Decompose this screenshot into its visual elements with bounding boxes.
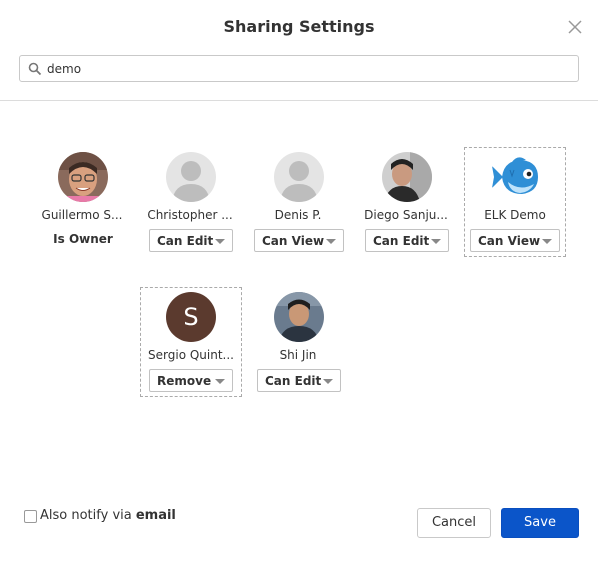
user-name: Guillermo S... bbox=[41, 208, 123, 222]
user-card: ELK Demo Can View bbox=[464, 147, 566, 257]
search-icon bbox=[28, 62, 42, 76]
user-name: ELK Demo bbox=[484, 208, 546, 222]
user-name: Christopher ... bbox=[147, 208, 233, 222]
dialog-title: Sharing Settings bbox=[223, 17, 375, 36]
notify-prefix: Also notify via bbox=[40, 508, 136, 523]
permission-dropdown[interactable]: Can Edit bbox=[257, 369, 341, 392]
notify-email-word: email bbox=[135, 508, 176, 523]
cancel-button[interactable]: Cancel bbox=[417, 508, 491, 538]
user-card: Diego Sanju... Can Edit bbox=[357, 148, 457, 256]
fish-logo-icon bbox=[490, 152, 540, 202]
permission-label: Can View bbox=[262, 234, 325, 248]
avatar: S bbox=[166, 292, 216, 342]
user-card: Guillermo S... Is Owner bbox=[33, 148, 133, 256]
permission-dropdown[interactable]: Can View bbox=[254, 229, 344, 252]
user-card: S Sergio Quint... Remove bbox=[140, 287, 242, 397]
chevron-down-icon bbox=[215, 239, 225, 244]
save-button[interactable]: Save bbox=[501, 508, 579, 538]
avatar bbox=[382, 152, 432, 202]
permission-dropdown[interactable]: Can Edit bbox=[365, 229, 449, 252]
permission-label: Can View bbox=[478, 234, 541, 248]
permission-label: Can Edit bbox=[265, 374, 322, 388]
user-name: Diego Sanju... bbox=[364, 208, 448, 222]
chevron-down-icon bbox=[215, 379, 225, 384]
search-input[interactable] bbox=[47, 60, 567, 78]
avatar bbox=[166, 152, 216, 202]
avatar bbox=[274, 152, 324, 202]
user-card: Denis P. Can View bbox=[249, 148, 349, 256]
avatar bbox=[274, 292, 324, 342]
owner-label: Is Owner bbox=[53, 232, 113, 246]
user-name: Denis P. bbox=[274, 208, 322, 222]
permission-dropdown[interactable]: Can View bbox=[470, 229, 560, 252]
chevron-down-icon bbox=[323, 379, 333, 384]
search-box[interactable] bbox=[19, 55, 579, 82]
permission-dropdown[interactable]: Remove bbox=[149, 369, 233, 392]
user-name: Sergio Quint... bbox=[148, 348, 234, 362]
user-card: Christopher ... Can Edit bbox=[141, 148, 241, 256]
notify-email-checkbox[interactable] bbox=[24, 510, 37, 523]
notify-email-label[interactable]: Also notify via email bbox=[40, 508, 176, 523]
permission-label: Can Edit bbox=[373, 234, 430, 248]
permission-label: Remove bbox=[157, 374, 212, 388]
avatar bbox=[58, 152, 108, 202]
chevron-down-icon bbox=[326, 239, 336, 244]
chevron-down-icon bbox=[431, 239, 441, 244]
permission-dropdown[interactable]: Can Edit bbox=[149, 229, 233, 252]
chevron-down-icon bbox=[542, 239, 552, 244]
header-divider bbox=[0, 100, 598, 101]
permission-label: Can Edit bbox=[157, 234, 214, 248]
close-icon[interactable] bbox=[566, 18, 584, 36]
user-name: Shi Jin bbox=[279, 348, 317, 362]
user-card: Shi Jin Can Edit bbox=[249, 288, 349, 396]
avatar-initial: S bbox=[183, 303, 199, 331]
